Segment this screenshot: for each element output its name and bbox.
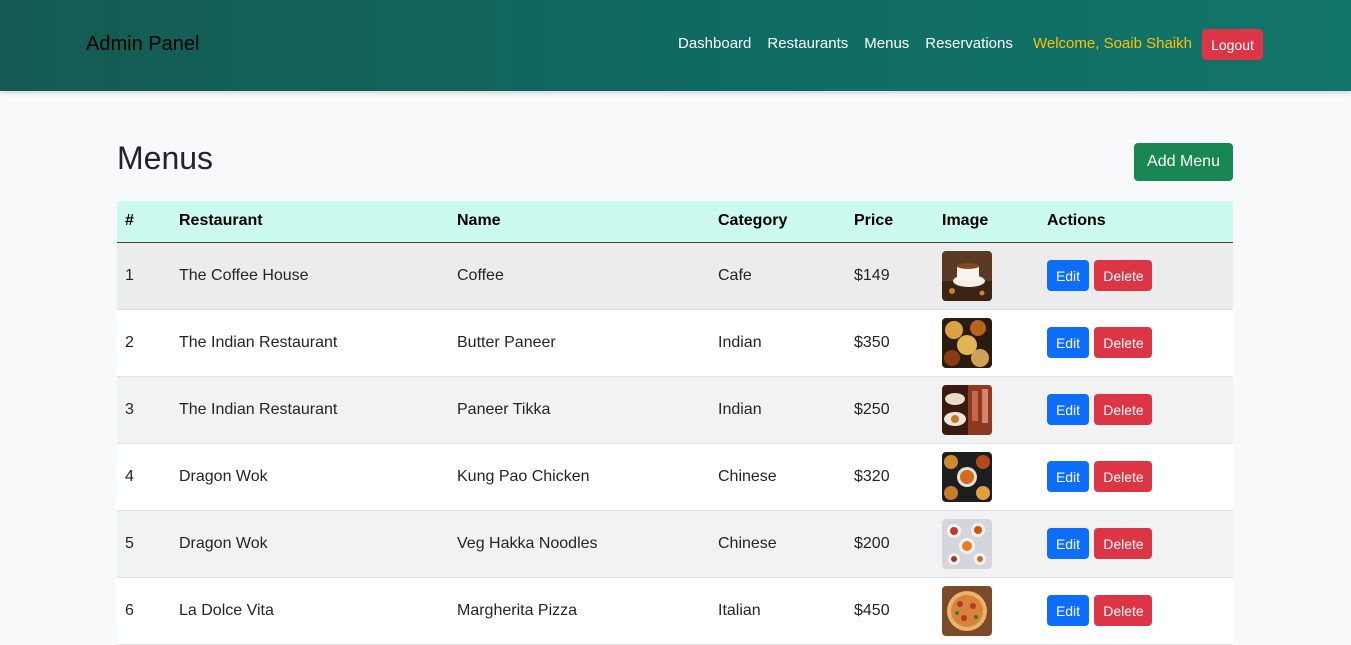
- edit-button[interactable]: Edit: [1047, 595, 1089, 626]
- welcome-text: Welcome, Soaib Shaikh: [1033, 35, 1192, 52]
- table-row: 5 Dragon Wok Veg Hakka Noodles Chinese $…: [117, 510, 1233, 577]
- cell-price: $250: [854, 400, 890, 418]
- column-header-name: Name: [449, 201, 710, 243]
- cell-restaurant: Dragon Wok: [179, 467, 268, 485]
- delete-button[interactable]: Delete: [1094, 260, 1153, 291]
- edit-button[interactable]: Edit: [1047, 528, 1089, 559]
- edit-button[interactable]: Edit: [1047, 394, 1089, 425]
- page-title: Menus: [117, 140, 214, 176]
- delete-button[interactable]: Delete: [1094, 595, 1153, 626]
- edit-button[interactable]: Edit: [1047, 260, 1089, 291]
- column-header-price: Price: [846, 201, 934, 243]
- nav-link-restaurants[interactable]: Restaurants: [767, 35, 848, 52]
- table-header-row: # Restaurant Name Category Price Image A…: [117, 201, 1233, 243]
- cell-id: 1: [125, 266, 134, 284]
- delete-button[interactable]: Delete: [1094, 528, 1153, 559]
- table-row: 6 La Dolce Vita Margherita Pizza Italian…: [117, 577, 1233, 644]
- delete-button[interactable]: Delete: [1094, 327, 1153, 358]
- cell-id: 5: [125, 534, 134, 552]
- cell-name: Margherita Pizza: [457, 601, 578, 619]
- cell-price: $350: [854, 333, 890, 351]
- cell-name: Coffee: [457, 266, 504, 284]
- cell-category: Chinese: [718, 534, 777, 552]
- edit-button[interactable]: Edit: [1047, 461, 1089, 492]
- logout-button[interactable]: Logout: [1202, 29, 1263, 60]
- coffee-photo: [942, 250, 992, 301]
- cell-category: Indian: [718, 333, 762, 351]
- top-navbar: Admin Panel Dashboard Restaurants Menus …: [0, 0, 1351, 91]
- table-row: 3 The Indian Restaurant Paneer Tikka Ind…: [117, 376, 1233, 443]
- cell-category: Indian: [718, 400, 762, 418]
- cell-id: 2: [125, 333, 134, 351]
- nav-link-dashboard[interactable]: Dashboard: [678, 35, 751, 52]
- edit-button[interactable]: Edit: [1047, 327, 1089, 358]
- nav-link-reservations[interactable]: Reservations: [925, 35, 1013, 52]
- cell-restaurant: The Indian Restaurant: [179, 333, 338, 351]
- cell-name: Butter Paneer: [457, 333, 556, 351]
- cell-price: $450: [854, 601, 890, 619]
- pizza-photo: [942, 585, 992, 636]
- brand-title[interactable]: Admin Panel: [86, 33, 199, 56]
- cell-price: $149: [854, 266, 890, 284]
- column-header-actions: Actions: [1039, 201, 1233, 243]
- cell-restaurant: La Dolce Vita: [179, 601, 274, 619]
- cell-id: 6: [125, 601, 134, 619]
- table-row: 1 The Coffee House Coffee Cafe $149 Edit…: [117, 242, 1233, 309]
- cell-id: 4: [125, 467, 134, 485]
- chinese-bowls-photo: [942, 451, 992, 502]
- nav-links: Dashboard Restaurants Menus Reservations: [678, 35, 1013, 52]
- cell-restaurant: Dragon Wok: [179, 534, 268, 552]
- cell-name: Paneer Tikka: [457, 400, 551, 418]
- cell-id: 3: [125, 400, 134, 418]
- cell-category: Italian: [718, 601, 761, 619]
- table-row: 4 Dragon Wok Kung Pao Chicken Chinese $3…: [117, 443, 1233, 510]
- add-menu-button[interactable]: Add Menu: [1134, 143, 1233, 181]
- column-header-id: #: [117, 201, 171, 243]
- column-header-restaurant: Restaurant: [171, 201, 449, 243]
- table-row: 2 The Indian Restaurant Butter Paneer In…: [117, 309, 1233, 376]
- delete-button[interactable]: Delete: [1094, 394, 1153, 425]
- noodle-plates-photo: [942, 518, 992, 569]
- cell-category: Cafe: [718, 266, 752, 284]
- cell-category: Chinese: [718, 467, 777, 485]
- cell-name: Kung Pao Chicken: [457, 467, 590, 485]
- delete-button[interactable]: Delete: [1094, 461, 1153, 492]
- column-header-image: Image: [934, 201, 1039, 243]
- menus-table: # Restaurant Name Category Price Image A…: [117, 201, 1233, 645]
- column-header-category: Category: [710, 201, 846, 243]
- nav-link-menus[interactable]: Menus: [864, 35, 909, 52]
- indian-dishes-photo: [942, 317, 992, 368]
- restaurant-table-photo: [942, 384, 992, 435]
- cell-restaurant: The Indian Restaurant: [179, 400, 338, 418]
- cell-price: $200: [854, 534, 890, 552]
- cell-name: Veg Hakka Noodles: [457, 534, 598, 552]
- cell-price: $320: [854, 467, 890, 485]
- cell-restaurant: The Coffee House: [179, 266, 309, 284]
